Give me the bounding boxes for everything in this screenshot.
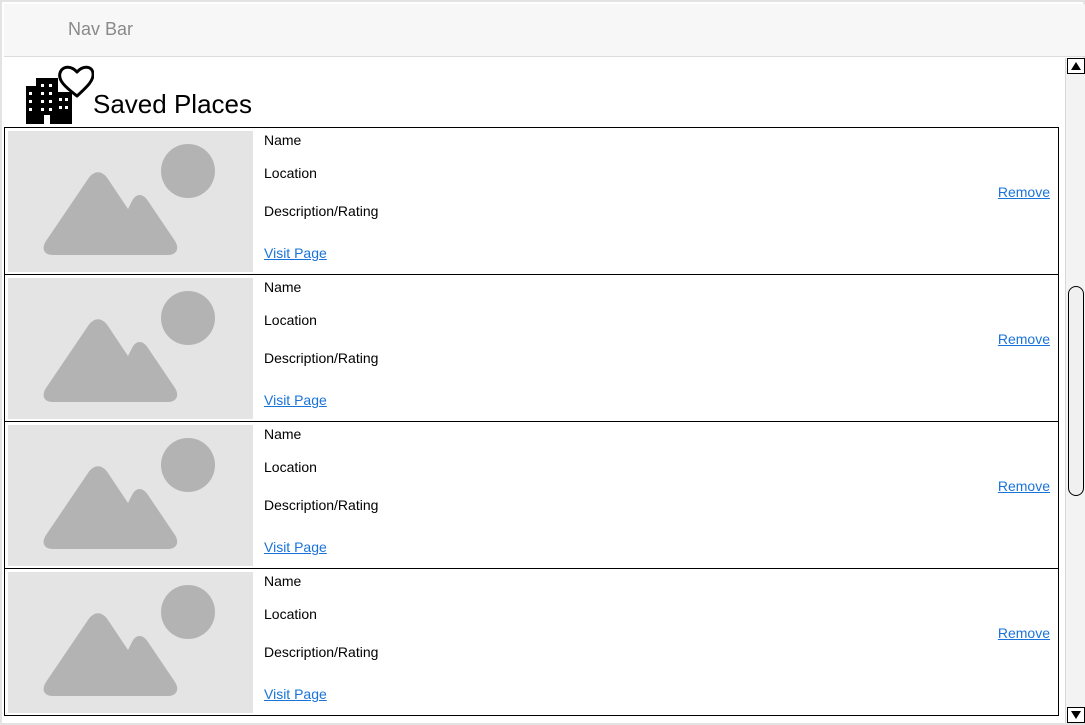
arrow-down-icon bbox=[1071, 711, 1081, 719]
visit-page-link[interactable]: Visit Page bbox=[264, 245, 327, 261]
place-location: Location bbox=[264, 606, 317, 622]
list-item: Name Location Description/Rating Visit P… bbox=[4, 568, 1059, 716]
vertical-scrollbar[interactable] bbox=[1065, 58, 1085, 723]
place-location: Location bbox=[264, 312, 317, 328]
place-image-placeholder-icon bbox=[8, 131, 253, 272]
place-image-placeholder-icon bbox=[8, 425, 253, 566]
list-item: Name Location Description/Rating Visit P… bbox=[4, 421, 1059, 569]
place-description: Description/Rating bbox=[264, 497, 379, 513]
place-name: Name bbox=[264, 573, 302, 589]
nav-bar-label: Nav Bar bbox=[68, 19, 134, 39]
place-name: Name bbox=[264, 279, 302, 295]
page-header: Saved Places bbox=[24, 64, 424, 128]
remove-link[interactable]: Remove bbox=[998, 184, 1050, 200]
nav-bar: Nav Bar bbox=[4, 4, 1085, 57]
city-heart-icon bbox=[24, 64, 95, 126]
place-image-placeholder-icon bbox=[8, 278, 253, 419]
place-description: Description/Rating bbox=[264, 350, 379, 366]
scrollbar-thumb[interactable] bbox=[1068, 286, 1084, 496]
place-description: Description/Rating bbox=[264, 203, 379, 219]
page-title: Saved Places bbox=[93, 89, 252, 119]
saved-places-list: Name Location Description/Rating Visit P… bbox=[4, 127, 1059, 716]
place-image-placeholder-icon bbox=[8, 572, 253, 713]
scroll-down-button[interactable] bbox=[1067, 707, 1085, 723]
visit-page-link[interactable]: Visit Page bbox=[264, 686, 327, 702]
place-name: Name bbox=[264, 426, 302, 442]
arrow-up-icon bbox=[1071, 62, 1081, 70]
list-item: Name Location Description/Rating Visit P… bbox=[4, 127, 1059, 275]
visit-page-link[interactable]: Visit Page bbox=[264, 392, 327, 408]
place-location: Location bbox=[264, 459, 317, 475]
scroll-up-button[interactable] bbox=[1067, 58, 1085, 74]
list-item: Name Location Description/Rating Visit P… bbox=[4, 274, 1059, 422]
place-description: Description/Rating bbox=[264, 644, 379, 660]
remove-link[interactable]: Remove bbox=[998, 478, 1050, 494]
app-window: Nav Bar Saved Places Name Location Descr… bbox=[0, 0, 1085, 725]
saved-places-content: Saved Places Name Location Description/R… bbox=[4, 58, 1064, 725]
remove-link[interactable]: Remove bbox=[998, 331, 1050, 347]
remove-link[interactable]: Remove bbox=[998, 625, 1050, 641]
visit-page-link[interactable]: Visit Page bbox=[264, 539, 327, 555]
place-location: Location bbox=[264, 165, 317, 181]
place-name: Name bbox=[264, 132, 302, 148]
